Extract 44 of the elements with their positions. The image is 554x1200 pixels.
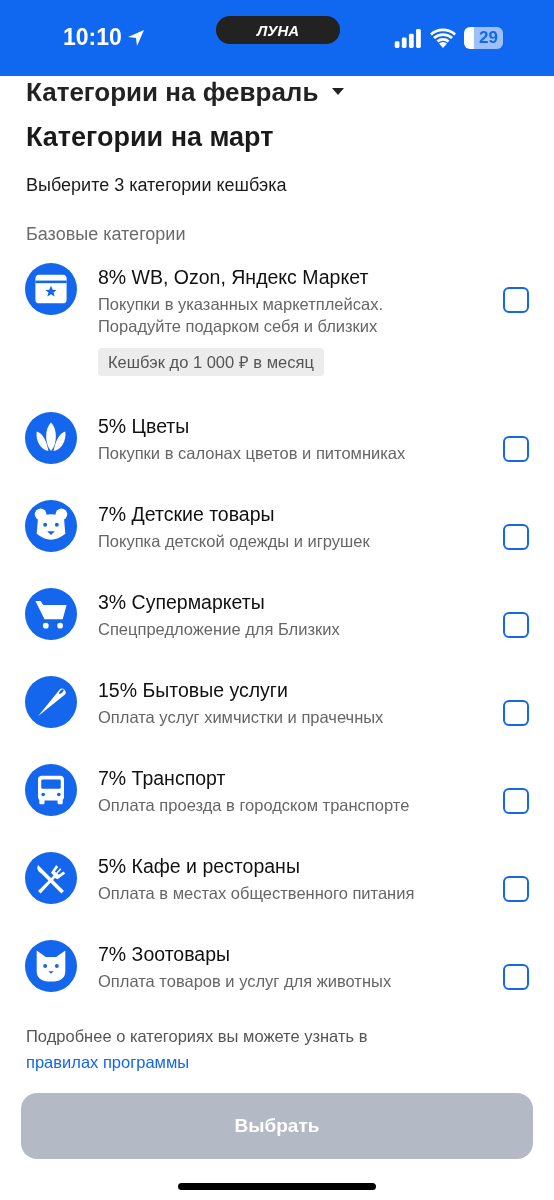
page-title: Категории на март bbox=[26, 121, 275, 154]
category-title: 3% Супермаркеты bbox=[98, 590, 266, 615]
checkbox[interactable] bbox=[503, 287, 529, 313]
needle-icon bbox=[25, 676, 77, 728]
bus-icon bbox=[25, 764, 77, 816]
lotus-icon bbox=[25, 412, 77, 464]
instruction-text: Выберите 3 категории кешбэка bbox=[26, 174, 288, 197]
clock-time: 10:10 bbox=[63, 24, 122, 51]
checkbox[interactable] bbox=[503, 788, 529, 814]
cashback-limit-tag: Кешбэк до 1 000 ₽ в месяц bbox=[98, 348, 324, 376]
category-title: 7% Детские товары bbox=[98, 502, 276, 527]
checkbox[interactable] bbox=[503, 876, 529, 902]
category-description: Покупки в указанных маркетплейсах. Порадуйте подарком себя и близких bbox=[98, 294, 384, 337]
category-title: 8% WB, Ozon, Яндекс Маркет bbox=[98, 265, 370, 290]
category-description: Оплата в местах общественного питания bbox=[98, 883, 416, 904]
program-rules-link[interactable]: правилах программы bbox=[26, 1049, 190, 1075]
category-title: 5% Цветы bbox=[98, 414, 191, 439]
category-title: 15% Бытовые услуги bbox=[98, 678, 289, 703]
bear-face-icon bbox=[25, 500, 77, 552]
info-text: Подробнее о категориях вы можете узнать в bbox=[26, 1026, 369, 1047]
gift-box-icon bbox=[25, 263, 77, 315]
carrier-logo: ЛУНА bbox=[216, 16, 340, 44]
wifi-icon bbox=[430, 28, 456, 48]
category-description: Покупки в салонах цветов и питомниках bbox=[98, 443, 407, 464]
battery-level: 29 bbox=[464, 27, 503, 49]
category-description: Оплата услуг химчистки и прачечных bbox=[98, 707, 385, 728]
checkbox[interactable] bbox=[503, 964, 529, 990]
checkbox[interactable] bbox=[503, 612, 529, 638]
section-heading[interactable]: Категории на февраль bbox=[26, 76, 319, 108]
checkbox[interactable] bbox=[503, 700, 529, 726]
category-description: Покупка детской одежды и игрушек bbox=[98, 531, 371, 552]
category-description: Оплата проезда в городском транспорте bbox=[98, 795, 411, 816]
knife-and-fork-icon bbox=[25, 852, 77, 904]
signal-icon bbox=[394, 28, 422, 48]
checkbox[interactable] bbox=[503, 436, 529, 462]
category-description: Спецпредложение для Близких bbox=[98, 619, 341, 640]
section-label: Базовые категории bbox=[26, 223, 187, 246]
checkbox[interactable] bbox=[503, 524, 529, 550]
category-title: 7% Зоотовары bbox=[98, 942, 232, 967]
category-title: 7% Транспорт bbox=[98, 766, 227, 791]
category-description: Оплата товаров и услуг для животных bbox=[98, 971, 393, 992]
category-title: 5% Кафе и рестораны bbox=[98, 854, 301, 879]
cat-face-icon bbox=[25, 940, 77, 992]
shopping-cart-icon bbox=[25, 588, 77, 640]
